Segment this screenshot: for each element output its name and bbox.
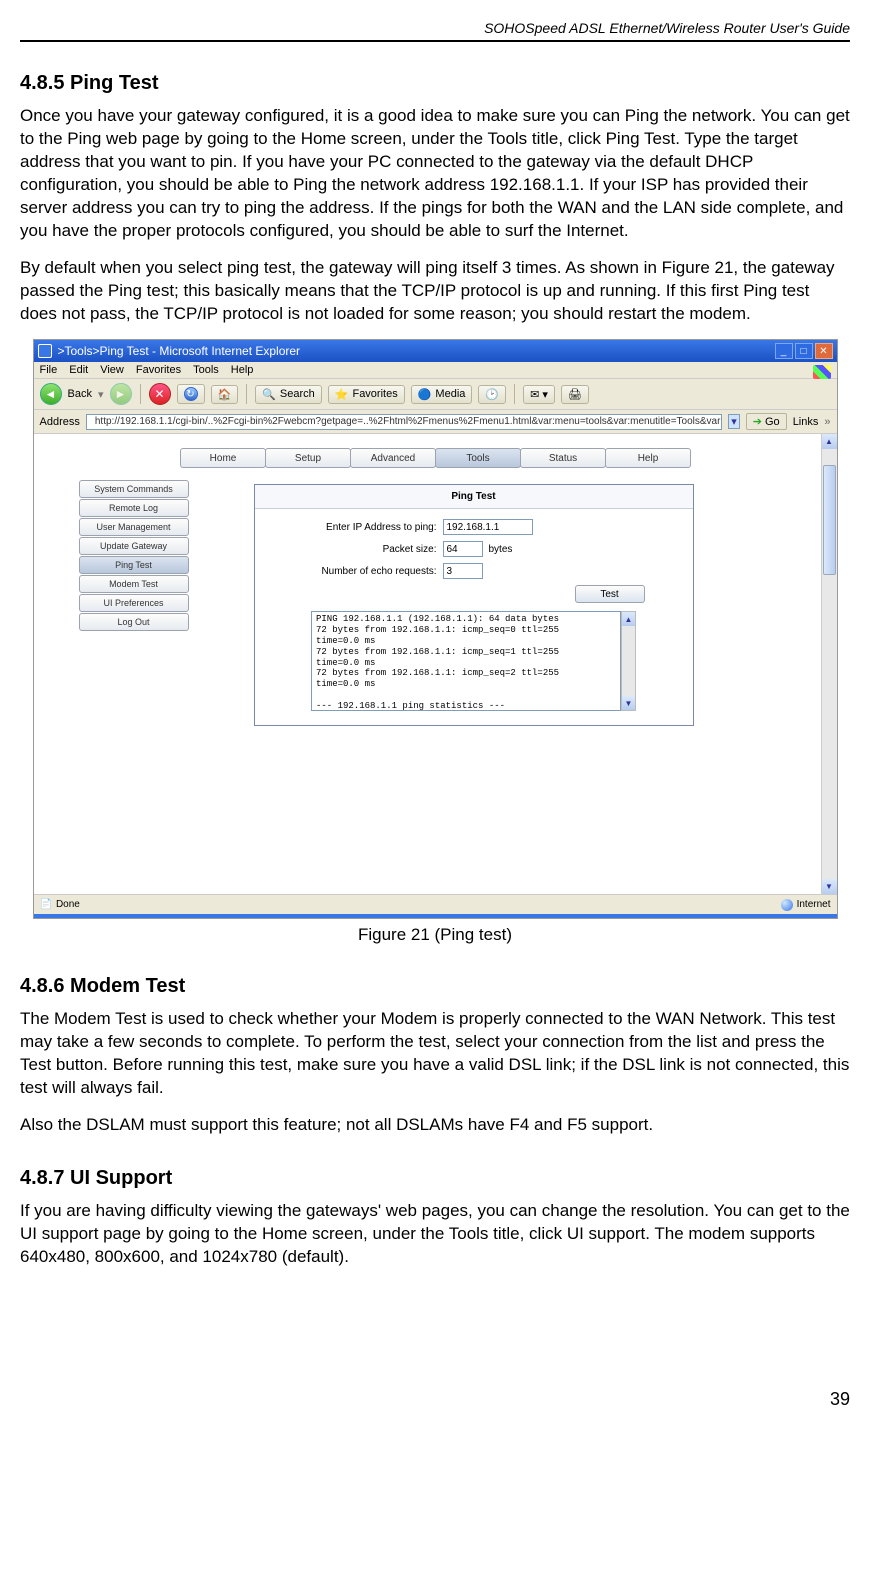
side-remote-log[interactable]: Remote Log (79, 499, 189, 517)
ip-input[interactable] (443, 519, 533, 535)
address-label: Address (40, 416, 80, 428)
menu-help[interactable]: Help (231, 364, 254, 376)
tab-setup[interactable]: Setup (265, 448, 351, 468)
back-icon[interactable]: ◄ (40, 383, 62, 405)
menu-file[interactable]: File (40, 364, 58, 376)
side-log-out[interactable]: Log Out (79, 613, 189, 631)
tab-status[interactable]: Status (520, 448, 606, 468)
address-dropdown[interactable]: ▾ (728, 414, 740, 429)
menubar: File Edit View Favorites Tools Help (34, 362, 837, 379)
para-486-1: The Modem Test is used to check whether … (20, 1008, 850, 1100)
back-button[interactable]: Back (68, 388, 92, 400)
taskbar-stripe (34, 914, 837, 918)
search-button[interactable]: 🔍 Search (255, 385, 322, 404)
menu-edit[interactable]: Edit (69, 364, 88, 376)
status-bar: 📄 Done Internet (34, 894, 837, 914)
scroll-up-icon[interactable]: ▲ (622, 612, 635, 626)
stop-icon[interactable]: ✕ (149, 383, 171, 405)
browser-scrollbar[interactable]: ▲ ▼ (821, 434, 837, 894)
history-button[interactable]: 🕑 (478, 385, 506, 404)
window-titlebar: >Tools>Ping Test - Microsoft Internet Ex… (34, 340, 837, 362)
page-scroll-up-icon[interactable]: ▲ (822, 434, 837, 449)
side-system-commands[interactable]: System Commands (79, 480, 189, 498)
heading-486: 4.8.6 Modem Test (20, 975, 850, 998)
media-button[interactable]: 🔵 Media (411, 385, 473, 404)
side-ping-test[interactable]: Ping Test (79, 556, 189, 574)
para-485-2: By default when you select ping test, th… (20, 257, 850, 326)
tab-home[interactable]: Home (180, 448, 266, 468)
globe-icon (781, 899, 793, 911)
address-value: http://192.168.1.1/cgi-bin/..%2Fcgi-bin%… (95, 416, 722, 427)
size-unit: bytes (489, 544, 513, 555)
status-done: Done (56, 899, 80, 910)
panel-title: Ping Test (255, 485, 693, 509)
ip-label: Enter IP Address to ping: (273, 522, 443, 533)
address-input[interactable]: http://192.168.1.1/cgi-bin/..%2Fcgi-bin%… (86, 414, 722, 430)
favorites-button[interactable]: ⭐ Favorites (328, 385, 405, 404)
nav-toolbar: ◄ Back ▾ ► ✕ ↻ 🏠 🔍 Search ⭐ Favorites 🔵 … (34, 379, 837, 410)
menu-view[interactable]: View (100, 364, 124, 376)
figure-caption: Figure 21 (Ping test) (20, 925, 850, 945)
tab-help[interactable]: Help (605, 448, 691, 468)
heading-487: 4.8.7 UI Support (20, 1167, 850, 1190)
page-content: Home Setup Advanced Tools Status Help Sy… (34, 434, 837, 894)
go-button[interactable]: ➔Go (746, 413, 787, 430)
windows-flag-icon (813, 365, 831, 379)
router-topnav: Home Setup Advanced Tools Status Help (34, 434, 837, 478)
heading-485: 4.8.5 Ping Test (20, 72, 850, 95)
page-scroll-down-icon[interactable]: ▼ (822, 879, 837, 894)
menu-tools[interactable]: Tools (193, 364, 219, 376)
para-485-1: Once you have your gateway configured, i… (20, 105, 850, 243)
window-title: >Tools>Ping Test - Microsoft Internet Ex… (58, 344, 301, 358)
mail-button[interactable]: ✉ ▾ (523, 385, 555, 404)
size-input[interactable] (443, 541, 483, 557)
router-sidenav: System Commands Remote Log User Manageme… (79, 480, 189, 632)
ie-icon (38, 344, 52, 358)
menu-favorites[interactable]: Favorites (136, 364, 181, 376)
tab-advanced[interactable]: Advanced (350, 448, 436, 468)
scroll-down-icon[interactable]: ▼ (622, 696, 635, 710)
ping-panel: Ping Test Enter IP Address to ping: Pack… (254, 484, 694, 726)
maximize-button[interactable]: □ (795, 343, 813, 359)
status-zone: Internet (797, 899, 831, 910)
tab-tools[interactable]: Tools (435, 448, 521, 468)
page-icon-status: 📄 (40, 899, 52, 910)
test-button[interactable]: Test (575, 585, 645, 603)
address-bar: Address http://192.168.1.1/cgi-bin/..%2F… (34, 410, 837, 434)
links-chevron-icon[interactable]: » (824, 416, 830, 428)
page-number: 39 (20, 1389, 850, 1410)
home-button[interactable]: 🏠 (211, 385, 239, 404)
print-button[interactable]: 🖨 (561, 385, 589, 404)
count-label: Number of echo requests: (273, 566, 443, 577)
size-label: Packet size: (273, 544, 443, 555)
count-input[interactable] (443, 563, 483, 579)
forward-icon[interactable]: ► (110, 383, 132, 405)
side-user-management[interactable]: User Management (79, 518, 189, 536)
ping-results: PING 192.168.1.1 (192.168.1.1): 64 data … (311, 611, 621, 711)
side-modem-test[interactable]: Modem Test (79, 575, 189, 593)
minimize-button[interactable]: _ (775, 343, 793, 359)
side-update-gateway[interactable]: Update Gateway (79, 537, 189, 555)
running-header: SOHOSpeed ADSL Ethernet/Wireless Router … (20, 20, 850, 36)
figure-21: >Tools>Ping Test - Microsoft Internet Ex… (33, 339, 838, 919)
scroll-thumb[interactable] (823, 465, 836, 575)
links-label[interactable]: Links (793, 416, 819, 428)
side-ui-preferences[interactable]: UI Preferences (79, 594, 189, 612)
header-rule (20, 40, 850, 42)
close-button[interactable]: ✕ (815, 343, 833, 359)
refresh-button[interactable]: ↻ (177, 384, 205, 404)
para-486-2: Also the DSLAM must support this feature… (20, 1114, 850, 1137)
results-scrollbar[interactable]: ▲ ▼ (621, 611, 636, 711)
para-487-1: If you are having difficulty viewing the… (20, 1200, 850, 1269)
